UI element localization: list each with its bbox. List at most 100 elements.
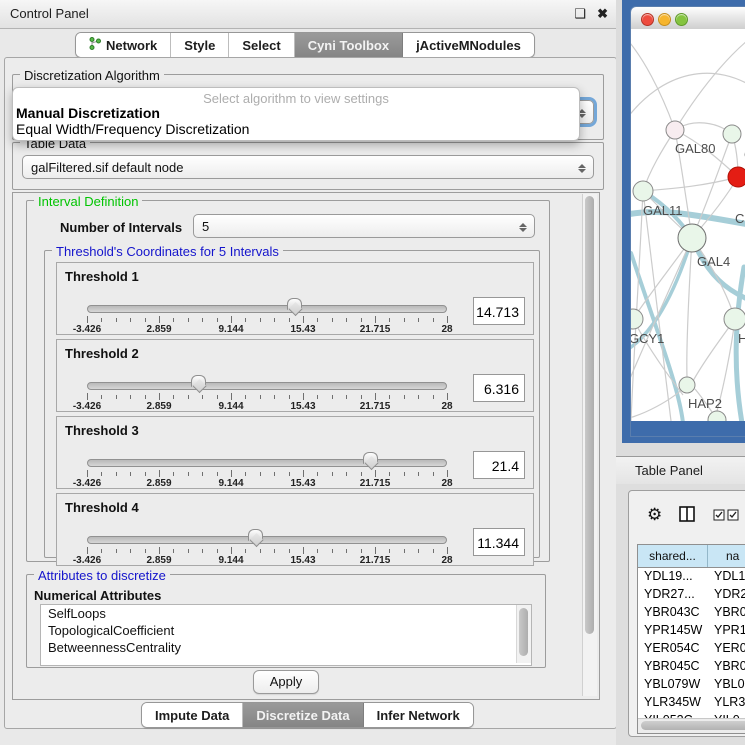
table-data-combobox-value: galFiltered.sif default node <box>31 160 183 175</box>
threshold-slider[interactable]: -3.4262.8599.14415.4321.71528 <box>87 376 447 410</box>
network-node[interactable] <box>724 308 745 330</box>
tab-network[interactable]: Network <box>76 33 171 57</box>
slider-thumb-icon[interactable] <box>363 452 378 471</box>
threshold-value-field[interactable]: 21.4 <box>473 451 525 479</box>
network-node[interactable] <box>679 377 695 393</box>
thresholds-group-label: Threshold's Coordinates for 5 Intervals <box>52 244 283 259</box>
table-row[interactable]: YDL19...YDL1 <box>638 568 745 586</box>
slider-scale-labels: -3.4262.8599.14415.4321.71528 <box>87 324 447 334</box>
threshold-slider[interactable]: -3.4262.8599.14415.4321.71528 <box>87 299 447 333</box>
network-node[interactable] <box>708 411 726 421</box>
tab-discretize-data[interactable]: Discretize Data <box>243 703 363 727</box>
network-canvas[interactable]: GAL80 GA GAL11 C GAL4 GCY1 H HAP2 <box>631 29 745 421</box>
number-of-intervals-combobox[interactable]: 5 <box>193 214 535 238</box>
attributes-list-scrollbar[interactable] <box>516 605 531 663</box>
network-window: GAL80 GA GAL11 C GAL4 GCY1 H HAP2 <box>630 6 745 437</box>
slider-thumb-icon[interactable] <box>248 529 263 548</box>
node-label-gal4: GAL4 <box>697 254 730 269</box>
slider-thumb-icon[interactable] <box>191 375 206 394</box>
column-header-shared-name[interactable]: shared... <box>638 545 708 567</box>
slider-track[interactable] <box>87 382 447 390</box>
threshold-label: Threshold 1 <box>65 269 139 284</box>
table-row[interactable]: YBL079WYBL0 <box>638 676 745 694</box>
network-node[interactable] <box>631 309 643 329</box>
combo-stepper-icon <box>518 219 527 235</box>
attributes-group-label: Attributes to discretize <box>34 568 170 583</box>
list-item[interactable]: SelfLoops <box>41 605 531 622</box>
numerical-attributes-label: Numerical Attributes <box>34 588 161 603</box>
table-panel-titlebar: Table Panel <box>616 456 745 485</box>
network-node[interactable] <box>723 125 741 143</box>
table-row[interactable]: YLR345WYLR3 <box>638 694 745 712</box>
network-window-titlebar[interactable] <box>631 7 745 30</box>
split-view-icon[interactable] <box>679 506 695 527</box>
slider-ticks <box>87 547 447 555</box>
popup-item-equal-width[interactable]: Equal Width/Frequency Discretization <box>16 121 249 137</box>
number-of-intervals-label: Number of Intervals <box>60 220 182 235</box>
slider-track[interactable] <box>87 459 447 467</box>
network-node[interactable] <box>678 224 706 252</box>
popup-item-manual-discretization[interactable]: Manual Discretization <box>16 105 160 121</box>
node-attribute-table[interactable]: shared... na YDL19...YDL1 YDR27...YDR2 Y… <box>637 544 745 734</box>
table-horizontal-scrollbar[interactable] <box>638 718 745 733</box>
scrollbar-thumb[interactable] <box>519 608 528 656</box>
threshold-value-field[interactable]: 6.316 <box>473 374 525 402</box>
threshold-slider[interactable]: -3.4262.8599.14415.4321.71528 <box>87 453 447 487</box>
slider-thumb-icon[interactable] <box>287 298 302 317</box>
table-row[interactable]: YBR045CYBR0 <box>638 658 745 676</box>
scrollbar-thumb[interactable] <box>641 721 745 730</box>
table-header-row: shared... na <box>638 545 745 568</box>
top-tab-bar: Network Style Select Cyni Toolbox jActiv… <box>75 32 535 58</box>
node-label-gcy1: GCY1 <box>631 331 664 346</box>
node-label-clipped: C <box>735 211 744 226</box>
gear-icon[interactable]: ⚙ <box>647 505 662 525</box>
table-window: ⚙ shared... na YDL19...YDL1 YDR27...YDR2… <box>628 490 745 737</box>
threshold-value-field[interactable]: 14.713 <box>473 297 525 325</box>
close-traffic-light-icon[interactable] <box>641 13 654 26</box>
float-window-icon[interactable]: ❑ <box>574 6 586 22</box>
slider-ticks <box>87 316 447 324</box>
table-data-combobox[interactable]: galFiltered.sif default node <box>22 155 594 179</box>
threshold-slider[interactable]: -3.4262.8599.14415.4321.71528 <box>87 530 447 564</box>
threshold-row: Threshold 2 -3.4262.8599.14415.4321.7152… <box>56 339 534 412</box>
tab-infer-network[interactable]: Infer Network <box>364 703 473 727</box>
checkbox-checked-icon[interactable] <box>713 508 725 526</box>
column-header-name[interactable]: na <box>708 545 745 567</box>
discretization-algorithm-group-label: Discretization Algorithm <box>20 68 164 83</box>
numerical-attributes-list[interactable]: SelfLoops TopologicalCoefficient Between… <box>40 604 532 666</box>
table-row[interactable]: YDR27...YDR2 <box>638 586 745 604</box>
minimize-traffic-light-icon[interactable] <box>658 13 671 26</box>
threshold-row: Threshold 3 -3.4262.8599.14415.4321.7152… <box>56 416 534 489</box>
network-node-red[interactable] <box>728 167 745 187</box>
list-item[interactable]: BetweennessCentrality <box>41 639 531 656</box>
threshold-label: Threshold 4 <box>65 500 139 515</box>
tab-jactivemnodules[interactable]: jActiveMNodules <box>403 33 534 57</box>
network-node[interactable] <box>666 121 684 139</box>
app-root: Control Panel ❑ ✖ Network Style Select C… <box>0 0 745 745</box>
zoom-traffic-light-icon[interactable] <box>675 13 688 26</box>
threshold-value-field[interactable]: 11.344 <box>473 528 525 556</box>
threshold-row: Threshold 1 -3.4262.8599.14415.4321.7152… <box>56 262 534 335</box>
interval-definition-group-label: Interval Definition <box>34 194 142 209</box>
threshold-label: Threshold 2 <box>65 346 139 361</box>
table-row[interactable]: YBR043CYBR0 <box>638 604 745 622</box>
slider-track[interactable] <box>87 305 447 313</box>
scrollbar-thumb[interactable] <box>585 196 594 634</box>
tab-style[interactable]: Style <box>171 33 229 57</box>
list-item[interactable]: TopologicalCoefficient <box>41 622 531 639</box>
settings-vertical-scrollbar[interactable] <box>582 194 597 696</box>
tab-select[interactable]: Select <box>229 33 294 57</box>
table-row[interactable]: YER054CYER0 <box>638 640 745 658</box>
tab-cyni-toolbox[interactable]: Cyni Toolbox <box>295 33 403 57</box>
apply-button[interactable]: Apply <box>253 670 319 694</box>
slider-scale-labels: -3.4262.8599.14415.4321.71528 <box>87 478 447 488</box>
tab-impute-data[interactable]: Impute Data <box>142 703 243 727</box>
number-of-intervals-value: 5 <box>202 219 209 234</box>
slider-track[interactable] <box>87 536 447 544</box>
checkbox-checked-icon[interactable] <box>727 508 739 526</box>
network-node[interactable] <box>633 181 653 201</box>
slider-ticks <box>87 393 447 401</box>
slider-scale-labels: -3.4262.8599.14415.4321.71528 <box>87 401 447 411</box>
close-icon[interactable]: ✖ <box>597 6 608 22</box>
table-row[interactable]: YPR145WYPR1 <box>638 622 745 640</box>
